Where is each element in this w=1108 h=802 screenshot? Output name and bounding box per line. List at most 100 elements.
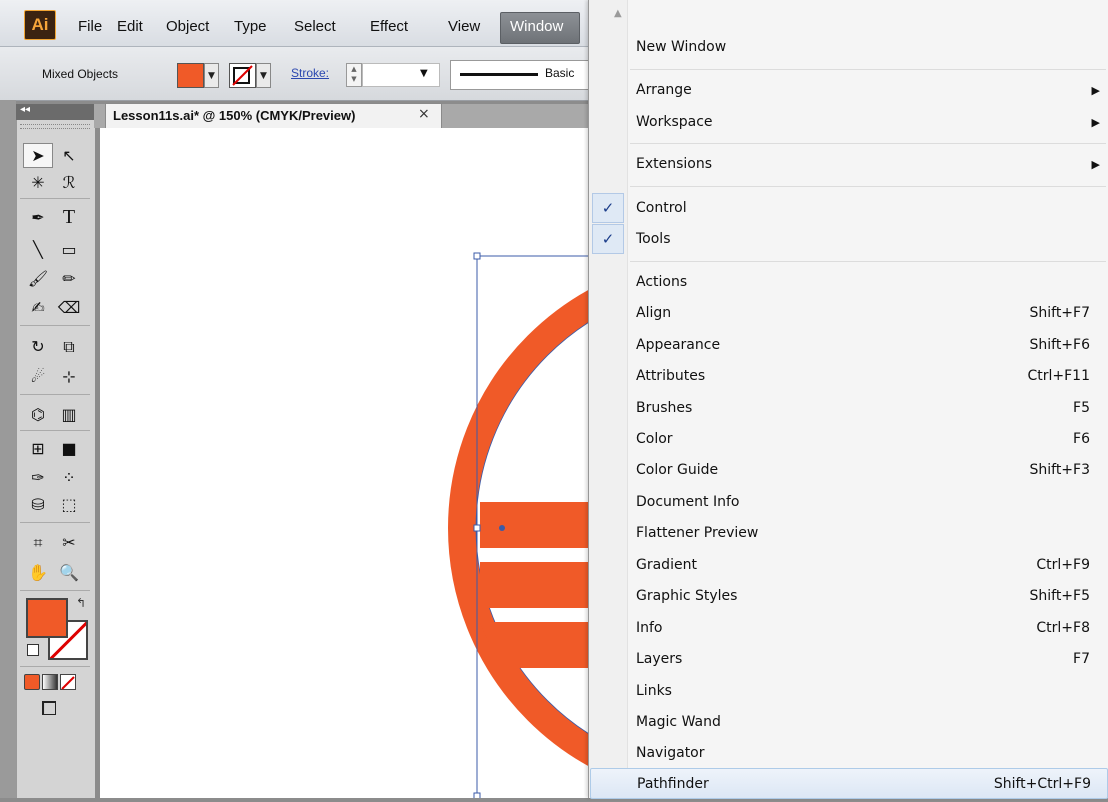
tool-divider <box>20 666 90 667</box>
live-paint-selection-tool-icon[interactable]: ⬚ <box>54 492 84 517</box>
menu-item-pathfinder[interactable]: Pathfinder Shift+Ctrl+F9 <box>590 768 1108 799</box>
menu-item-flattener-preview[interactable]: Flattener Preview <box>590 518 1106 549</box>
eyedropper-tool-icon[interactable]: ✑ <box>23 465 53 490</box>
swap-fill-stroke-icon[interactable]: ↰ <box>76 596 86 610</box>
submenu-arrow-icon: ▶ <box>1091 84 1100 97</box>
hand-tool-icon[interactable]: ✋ <box>23 560 53 585</box>
menu-item-arrange[interactable]: Arrange ▶ <box>590 75 1106 106</box>
left-gutter <box>0 100 16 798</box>
eraser-tool-icon[interactable]: ⌫ <box>54 295 84 320</box>
menu-view[interactable]: View <box>448 18 480 35</box>
fill-color-swatch[interactable] <box>177 63 204 88</box>
direct-selection-tool-icon[interactable]: ↖ <box>54 143 84 168</box>
tool-divider <box>20 522 90 523</box>
menu-separator <box>630 261 1106 262</box>
menu-type[interactable]: Type <box>234 18 267 35</box>
stroke-dropdown-icon[interactable]: ▼ <box>256 63 271 88</box>
menu-item-new-window[interactable]: New Window <box>590 32 1106 63</box>
menu-item-control[interactable]: ✓ Control <box>590 193 1106 224</box>
panel-grip[interactable] <box>20 124 90 129</box>
menu-item-navigator[interactable]: Navigator <box>590 738 1106 769</box>
zoom-tool-icon[interactable]: 🔍 <box>54 560 84 585</box>
menu-edit[interactable]: Edit <box>117 18 143 35</box>
menu-item-brushes[interactable]: Brushes F5 <box>590 393 1106 424</box>
bounding-box-handle[interactable] <box>473 792 481 800</box>
menu-window[interactable]: Window <box>510 18 563 35</box>
rotate-tool-icon[interactable]: ↻ <box>23 334 53 359</box>
menu-item-color[interactable]: Color F6 <box>590 424 1106 455</box>
collapse-panel-icon[interactable]: ◂◂ <box>20 104 30 115</box>
menu-item-graphic-styles[interactable]: Graphic Styles Shift+F5 <box>590 581 1106 612</box>
menu-item-attributes[interactable]: Attributes Ctrl+F11 <box>590 361 1106 392</box>
symbol-sprayer-tool-icon[interactable]: ⌬ <box>23 402 53 427</box>
stroke-weight-stepper[interactable]: ▲ ▼ <box>346 63 362 87</box>
scale-tool-icon[interactable]: ⧉ <box>54 334 84 359</box>
stroke-weight-label[interactable]: Stroke: <box>291 66 329 80</box>
bounding-box-handle[interactable] <box>473 252 481 260</box>
rectangle-tool-icon[interactable]: ▭ <box>54 237 84 262</box>
gradient-mode-icon[interactable] <box>42 674 58 690</box>
orange-stripe[interactable] <box>480 562 780 608</box>
menu-item-document-info[interactable]: Document Info <box>590 487 1106 518</box>
anchor-point[interactable] <box>499 525 505 531</box>
blob-brush-tool-icon[interactable]: ✍ <box>23 295 53 320</box>
bounding-box-handle[interactable] <box>473 524 481 532</box>
menu-item-links[interactable]: Links <box>590 676 1106 707</box>
artwork[interactable] <box>100 128 992 800</box>
pencil-tool-icon[interactable]: ✏ <box>54 266 84 291</box>
menu-item-align[interactable]: Align Shift+F7 <box>590 298 1106 329</box>
chevron-down-icon[interactable]: ▼ <box>420 68 428 79</box>
menu-item-appearance[interactable]: Appearance Shift+F6 <box>590 330 1106 361</box>
default-fill-stroke-icon[interactable] <box>27 644 39 656</box>
menu-item-magic-wand[interactable]: Magic Wand <box>590 707 1106 738</box>
live-paint-bucket-tool-icon[interactable]: ⛁ <box>23 492 53 517</box>
magic-wand-tool-icon[interactable]: ✳ <box>23 170 53 195</box>
none-mode-icon[interactable] <box>60 674 76 690</box>
close-icon[interactable]: × <box>418 106 430 122</box>
menu-item-tools[interactable]: ✓ Tools <box>590 224 1106 255</box>
selection-type-label: Mixed Objects <box>42 67 119 81</box>
menu-effect[interactable]: Effect <box>370 18 408 35</box>
paintbrush-tool-icon[interactable]: 🖌 <box>23 266 53 291</box>
type-tool-icon[interactable]: T <box>54 205 84 230</box>
menu-item-color-guide[interactable]: Color Guide Shift+F3 <box>590 455 1106 486</box>
submenu-arrow-icon: ▶ <box>1091 158 1100 171</box>
free-transform-tool-icon[interactable]: ⊹ <box>54 364 84 389</box>
stroke-color-swatch[interactable] <box>229 63 256 88</box>
menu-file[interactable]: File <box>78 18 102 35</box>
screen-mode-icon[interactable]: ⧠ <box>41 696 57 720</box>
menu-item-actions[interactable]: Actions <box>590 267 1106 298</box>
menu-separator <box>630 143 1106 144</box>
line-tool-icon[interactable]: ╲ <box>23 237 53 262</box>
mesh-tool-icon[interactable]: ⊞ <box>23 436 53 461</box>
blend-tool-icon[interactable]: ⁘ <box>54 465 84 490</box>
document-tab-title[interactable]: Lesson11s.ai* @ 150% (CMYK/Preview) <box>113 108 355 123</box>
warp-tool-icon[interactable]: ☄ <box>23 364 53 389</box>
menu-item-gradient[interactable]: Gradient Ctrl+F9 <box>590 550 1106 581</box>
pen-tool-icon[interactable]: ✒ <box>23 205 53 230</box>
menu-item-layers[interactable]: Layers F7 <box>590 644 1106 675</box>
stroke-weight-field[interactable] <box>362 63 440 87</box>
artboard-tool-icon[interactable]: ⌗ <box>23 530 53 555</box>
slice-tool-icon[interactable]: ✂ <box>54 530 84 555</box>
tool-divider <box>20 590 90 591</box>
fill-dropdown-icon[interactable]: ▼ <box>204 63 219 88</box>
tool-divider <box>20 394 90 395</box>
menu-item-info[interactable]: Info Ctrl+F8 <box>590 613 1106 644</box>
menu-object[interactable]: Object <box>166 18 209 35</box>
artboard-canvas[interactable] <box>100 128 992 800</box>
gradient-tool-icon[interactable]: ■ <box>54 436 84 461</box>
checkmark-icon: ✓ <box>592 193 624 223</box>
column-graph-tool-icon[interactable]: ▥ <box>54 402 84 427</box>
selection-tool-icon[interactable]: ➤ <box>23 143 53 168</box>
menu-item-extensions[interactable]: Extensions ▶ <box>590 149 1106 180</box>
menu-select[interactable]: Select <box>294 18 336 35</box>
lasso-tool-icon[interactable]: ℛ <box>54 170 84 195</box>
menu-item-workspace[interactable]: Workspace ▶ <box>590 107 1106 138</box>
color-mode-icon[interactable] <box>24 674 40 690</box>
orange-stripe[interactable] <box>480 502 780 548</box>
scroll-up-icon[interactable]: ▲ <box>614 8 622 19</box>
menu-separator <box>630 69 1106 70</box>
illustrator-logo[interactable]: Ai <box>24 10 56 40</box>
fill-swatch-large[interactable] <box>26 598 68 638</box>
